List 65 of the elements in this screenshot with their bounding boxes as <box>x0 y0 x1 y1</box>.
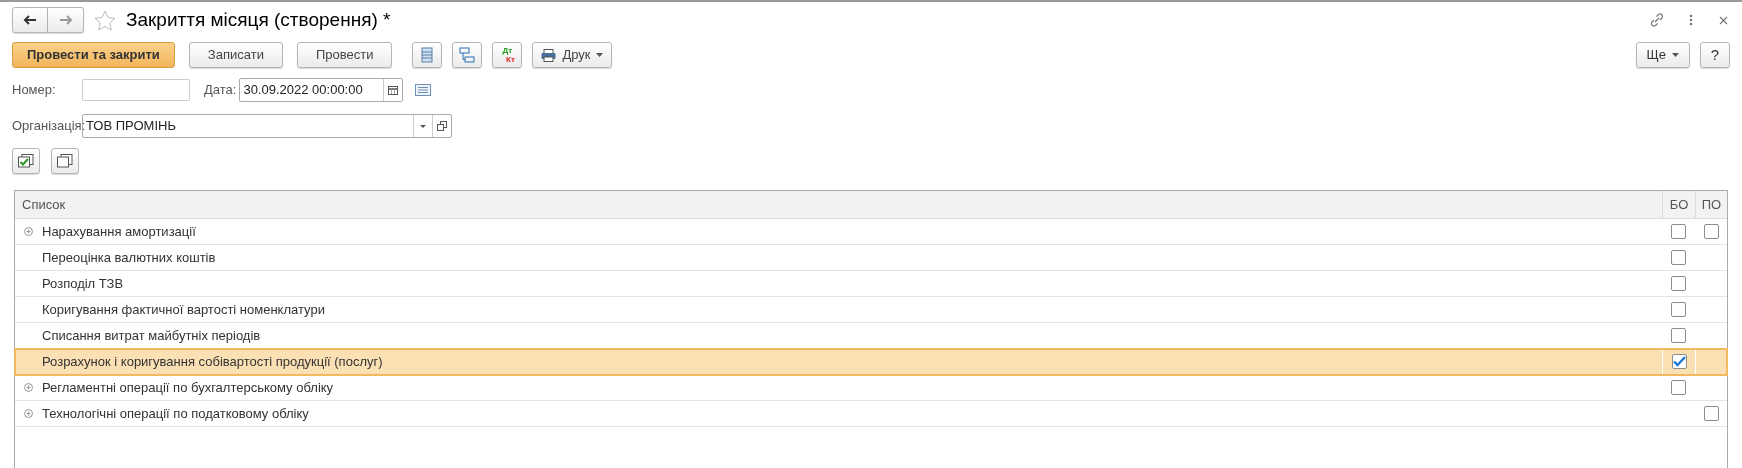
organization-field[interactable]: ТОВ ПРОМІНЬ <box>82 114 452 138</box>
star-icon[interactable] <box>94 9 116 31</box>
check-all-icon <box>18 154 34 168</box>
back-button[interactable] <box>12 7 48 33</box>
expand-icon[interactable] <box>24 383 33 392</box>
field-label: Номер: <box>12 81 57 100</box>
operation-name: Нарахування амортизації <box>42 222 196 241</box>
checkbox[interactable] <box>1671 250 1686 265</box>
operation-name: Списання витрат майбутніх періодів <box>42 326 261 345</box>
hierarchy-icon <box>459 47 476 63</box>
back-arrow-icon <box>23 15 37 25</box>
list-button[interactable] <box>412 42 443 68</box>
column-header: ПО <box>1695 191 1727 218</box>
forward-arrow-icon <box>58 15 73 25</box>
document-icon[interactable] <box>415 84 432 96</box>
link-icon[interactable] <box>1649 12 1665 28</box>
table-row[interactable]: Технологічні операції по податковому обліку <box>15 401 1727 427</box>
expand-icon[interactable] <box>24 409 33 418</box>
checkbox[interactable] <box>1703 224 1719 239</box>
dt-kt-button[interactable]: Дт Кт <box>492 42 523 68</box>
more-icon[interactable] <box>1689 14 1693 26</box>
table-row[interactable]: Переоцінка валютних коштів <box>15 245 1727 271</box>
window-title: Закриття місяця (створення) * <box>126 7 391 32</box>
field-label: Дата: <box>204 81 237 100</box>
check-all-button[interactable] <box>12 148 40 174</box>
checkbox[interactable] <box>1703 406 1719 421</box>
printer-icon <box>541 48 557 62</box>
caret-icon <box>1672 53 1679 57</box>
column-header: БО <box>1662 191 1695 218</box>
operation-name: Технологічні операції по податковому обліку <box>42 404 309 423</box>
uncheck-all-icon <box>57 154 73 168</box>
table-row[interactable]: Розрахунок і коригування собівартості продукції (послуг) <box>15 349 1727 375</box>
operation-name: Розподіл ТЗВ <box>42 274 124 293</box>
operation-name: Регламентні операції по бухгалтерському обліку <box>42 378 334 397</box>
operation-name: Розрахунок і коригування собівартості продукції (послуг) <box>42 352 383 371</box>
toolbar-button[interactable]: Записати <box>188 42 283 68</box>
checkbox[interactable] <box>1671 328 1686 343</box>
open-icon[interactable] <box>437 121 447 131</box>
calendar-icon[interactable] <box>388 85 399 95</box>
checkbox[interactable] <box>1671 276 1686 291</box>
uncheck-all-button[interactable] <box>51 148 79 174</box>
column-header: Список <box>21 195 67 214</box>
help-button[interactable]: ? <box>1700 42 1730 68</box>
checkbox[interactable] <box>1671 354 1687 369</box>
toolbar-button[interactable]: Провести <box>296 42 393 68</box>
number-field[interactable] <box>82 79 190 101</box>
close-icon[interactable] <box>1719 15 1728 25</box>
list-icon <box>421 47 434 63</box>
operation-name: Коригування фактичної вартості номенклатури <box>42 300 325 319</box>
print-button[interactable]: Друк <box>532 42 613 68</box>
date-field[interactable]: 30.09.2022 00:00:00 <box>239 78 404 102</box>
post-and-close-button[interactable]: Провести та закрити <box>12 42 175 68</box>
table-row[interactable]: Регламентні операції по бухгалтерському обліку <box>15 375 1727 401</box>
expand-icon[interactable] <box>24 227 33 236</box>
table-row[interactable]: Розподіл ТЗВ <box>15 271 1727 297</box>
dropdown-icon[interactable] <box>420 124 426 128</box>
operation-name: Переоцінка валютних коштів <box>42 248 216 267</box>
table-row[interactable]: Нарахування амортизації <box>15 219 1727 245</box>
checkbox[interactable] <box>1671 380 1686 395</box>
table-row[interactable]: Коригування фактичної вартості номенклатури <box>15 297 1727 323</box>
checkbox[interactable] <box>1671 302 1686 317</box>
checkbox[interactable] <box>1671 224 1686 239</box>
more-button[interactable]: Ще <box>1635 42 1690 68</box>
structure-button[interactable] <box>452 42 483 68</box>
caret-icon <box>596 53 604 57</box>
